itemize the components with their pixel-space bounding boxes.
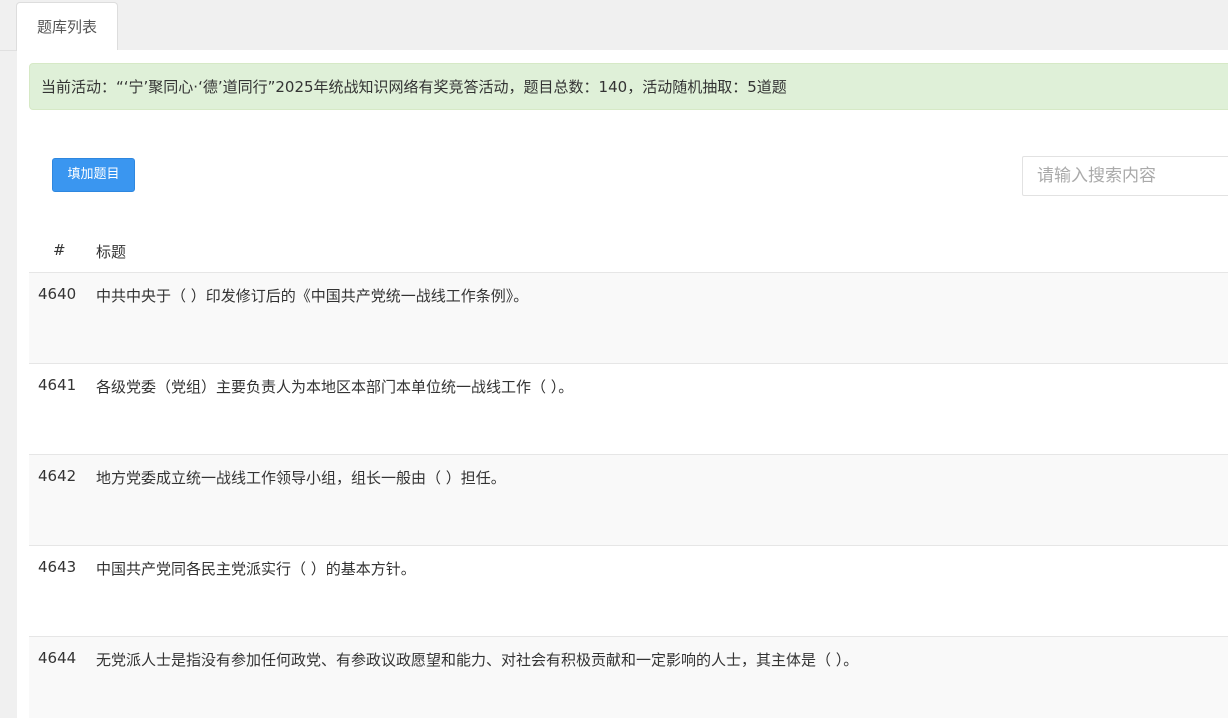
row-id: 4642 (38, 467, 77, 485)
table-row[interactable]: 4640 中共中央于（ ）印发修订后的《中国共产党统一战线工作条例》。 (29, 273, 1228, 364)
table-header: # 标题 (29, 228, 1228, 273)
table-row[interactable]: 4641 各级党委（党组）主要负责人为本地区本部门本单位统一战线工作（ ）。 (29, 364, 1228, 455)
tab-question-bank-list[interactable]: 题库列表 (16, 2, 118, 51)
row-id: 4641 (38, 376, 77, 394)
content-panel: 当前活动：“‘宁’聚同心·‘德’道同行”2025年统战知识网络有奖竞答活动，题目… (17, 50, 1228, 718)
row-id: 4644 (38, 649, 77, 667)
tab-strip: 题库列表 (0, 0, 1228, 51)
row-title: 各级党委（党组）主要负责人为本地区本部门本单位统一战线工作（ ）。 (96, 378, 574, 396)
row-title: 中共中央于（ ）印发修订后的《中国共产党统一战线工作条例》。 (96, 287, 529, 305)
column-header-id: # (53, 241, 66, 259)
page: 题库列表 当前活动：“‘宁’聚同心·‘德’道同行”2025年统战知识网络有奖竞答… (0, 0, 1228, 718)
question-table: # 标题 4640 中共中央于（ ）印发修订后的《中国共产党统一战线工作条例》。… (29, 228, 1228, 718)
row-id: 4640 (38, 285, 77, 303)
search-input[interactable] (1022, 156, 1228, 196)
column-header-title: 标题 (96, 243, 127, 261)
row-title: 无党派人士是指没有参加任何政党、有参政议政愿望和能力、对社会有积极贡献和一定影响… (96, 651, 859, 669)
table-row[interactable]: 4642 地方党委成立统一战线工作领导小组，组长一般由（ ）担任。 (29, 455, 1228, 546)
table-body: 4640 中共中央于（ ）印发修订后的《中国共产党统一战线工作条例》。 4641… (29, 273, 1228, 718)
add-question-button[interactable]: 填加题目 (52, 158, 135, 192)
table-row[interactable]: 4644 无党派人士是指没有参加任何政党、有参政议政愿望和能力、对社会有积极贡献… (29, 637, 1228, 718)
activity-alert: 当前活动：“‘宁’聚同心·‘德’道同行”2025年统战知识网络有奖竞答活动，题目… (29, 63, 1228, 110)
table-row[interactable]: 4643 中国共产党同各民主党派实行（ ）的基本方针。 (29, 546, 1228, 637)
row-id: 4643 (38, 558, 77, 576)
row-title: 中国共产党同各民主党派实行（ ）的基本方针。 (96, 560, 416, 578)
row-title: 地方党委成立统一战线工作领导小组，组长一般由（ ）担任。 (96, 469, 506, 487)
